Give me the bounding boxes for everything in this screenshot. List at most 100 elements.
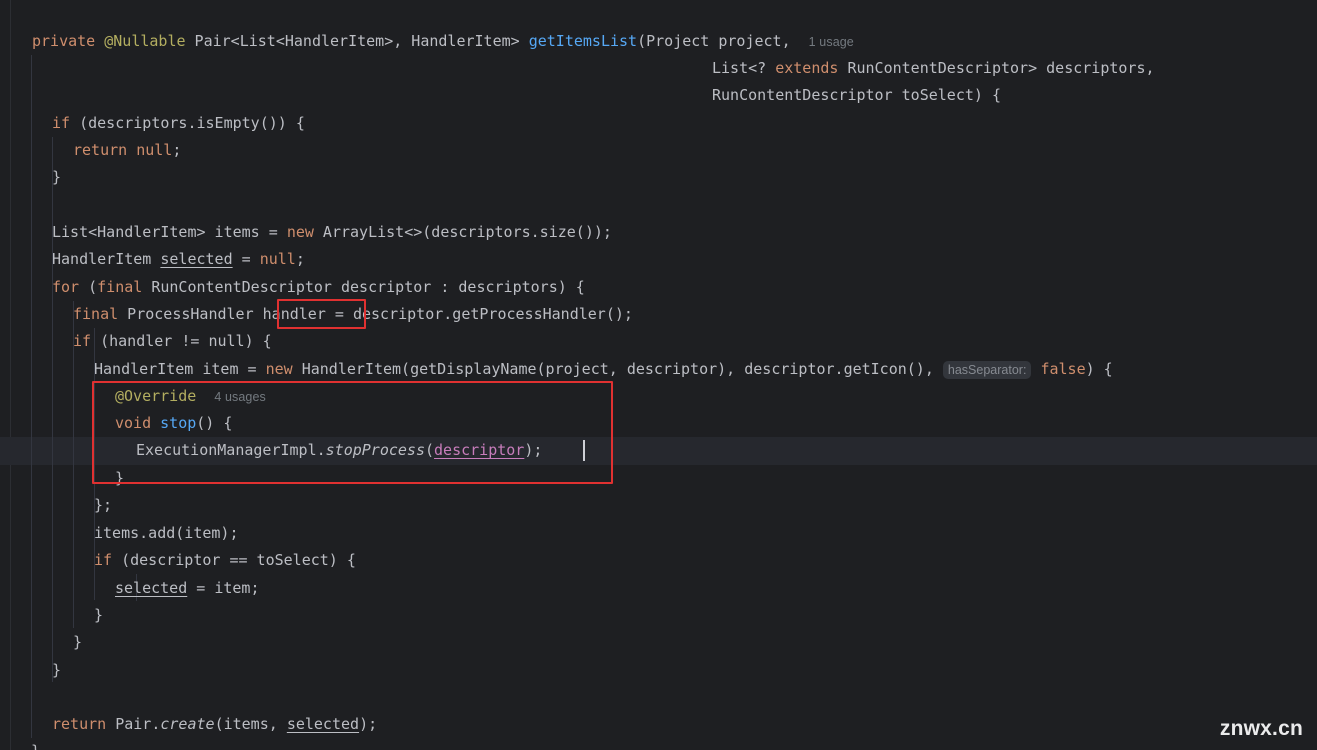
code-area[interactable]: private @Nullable Pair<List<HandlerItem>… [0,0,1317,750]
code-line-15: ExecutionManagerImpl.stopProcess(descrip… [0,437,1317,464]
token-brace-close: } [115,469,125,487]
token-keyword-return: return [52,715,107,733]
token-executionmanagerimpl: ExecutionManagerImpl. [136,441,326,459]
code-line-6: } [0,164,1317,191]
token-method-getitemslist: getItemsList [528,32,638,50]
token-assign: = [232,250,260,268]
code-line-25: } [0,738,1317,750]
token-keyword-private: private [32,32,96,50]
token-semicolon: ; [295,250,305,268]
code-line-7: List<HandlerItem> items = new ArrayList<… [0,219,1317,246]
token-keyword-if: if [52,114,71,132]
code-line-8: HandlerItem selected = null; [0,246,1317,273]
code-line-13: @Override 4 usages [0,383,1317,410]
token-handleritem-ctor: HandlerItem(getDisplayName(project, desc… [292,360,943,378]
token-keyword-void: void [115,414,152,432]
token-brace-close: } [73,633,83,651]
code-line-23: } [0,657,1317,684]
code-line-18: items.add(item); [0,520,1317,547]
token-annotation-nullable: @Nullable [104,32,186,50]
token-keyword-null: null [136,141,173,159]
token-ctor-close: ) { [1085,360,1113,378]
token-pair-class: Pair. [115,715,161,733]
token-toselect-param: RunContentDescriptor toSelect) { [712,86,1001,104]
token-brace-semicolon: }; [94,496,113,514]
token-keyword-new: new [286,223,314,241]
token-for-rest: RunContentDescriptor descriptor : descri… [142,278,585,296]
token-semicolon: ; [172,141,182,159]
token-items-add: items.add(item); [94,524,239,542]
token-type-pair: Pair<List<HandlerItem>, HandlerItem> [185,32,529,50]
token-toselect-cond: (descriptor == toSelect) { [112,551,356,569]
code-line-1: private @Nullable Pair<List<HandlerItem>… [0,28,1317,55]
token-method-stop: stop [160,414,197,432]
code-line-21: } [0,602,1317,629]
token-call-close: ); [524,441,543,459]
token-descriptors-param: RunContentDescriptor> descriptors, [838,59,1155,77]
code-line-3: RunContentDescriptor toSelect) { [0,82,1317,109]
token-keyword-for: for [52,278,80,296]
token-annotation-override: @Override [115,387,197,405]
code-line-22: } [0,629,1317,656]
token-field-selected: selected [115,579,188,597]
code-line-17: }; [0,492,1317,519]
token-field-selected: selected [286,715,360,733]
code-line-12: HandlerItem item = new HandlerItem(getDi… [0,356,1317,383]
token-keyword-if: if [73,332,92,350]
token-list-generic: List<? [712,59,776,77]
token-keyword-return: return [73,141,128,159]
token-brace-close: } [31,742,40,750]
token-gap [196,387,214,405]
token-create-args: (items, [214,715,287,733]
token-field-selected: selected [160,250,233,268]
token-stop-signature: () { [196,414,233,432]
token-var-handler: handler [262,305,326,323]
param-hint-hasseparator[interactable]: hasSeparator: [942,361,1032,379]
code-editor-screenshot: private @Nullable Pair<List<HandlerItem>… [0,0,1317,750]
token-param-descriptor: descriptor [434,441,525,459]
code-line-24: return Pair.create(items, selected); [0,711,1317,738]
token-arraylist-init: ArrayList<>(descriptors.size()); [313,223,612,241]
code-line-20: selected = item; [0,575,1317,602]
code-line-9: for (final RunContentDescriptor descript… [0,274,1317,301]
token-getprocesshandler-call: = descriptor.getProcessHandler(); [325,305,633,323]
token-isempty-cond: (descriptors.isEmpty()) { [70,114,305,132]
token-paren: ( [79,278,98,296]
token-signature-open: (Project project, [637,32,791,50]
token-keyword-final: final [97,278,143,296]
token-handler-null-cond: (handler != null) { [91,332,272,350]
token-static-stopprocess: stopProcess [325,441,425,459]
token-create-close: ); [359,715,378,733]
token-paren-open: ( [425,441,435,459]
usage-hint-stop[interactable]: 4 usages [214,390,266,404]
token-keyword-new: new [265,360,293,378]
token-brace-close: } [94,606,104,624]
token-keyword-final: final [73,305,119,323]
code-line-5: return null; [0,137,1317,164]
token-keyword-null: null [259,250,296,268]
token-keyword-if: if [94,551,113,569]
code-line-11: if (handler != null) { [0,328,1317,355]
code-line-2: List<? extends RunContentDescriptor> des… [0,55,1317,82]
code-line-4: if (descriptors.isEmpty()) { [0,110,1317,137]
code-line-19: if (descriptor == toSelect) { [0,547,1317,574]
usage-hint-getitemslist[interactable]: 1 usage [809,35,854,49]
token-list-items-decl: List<HandlerItem> items = [52,223,287,241]
token-item-decl: HandlerItem item = [94,360,266,378]
site-watermark: znwx.cn [1219,716,1303,740]
code-line-10: final ProcessHandler handler = descripto… [0,301,1317,328]
token-handleritem-type: HandlerItem [52,250,161,268]
token-brace-close: } [52,661,62,679]
token-gap [791,32,809,50]
text-caret [583,440,585,461]
token-static-create: create [160,715,215,733]
code-line-16: } [0,465,1317,492]
token-processhandler-type: ProcessHandler [118,305,263,323]
token-assign-item: = item; [187,579,260,597]
token-brace-close: } [52,168,62,186]
token-keyword-extends: extends [775,59,839,77]
